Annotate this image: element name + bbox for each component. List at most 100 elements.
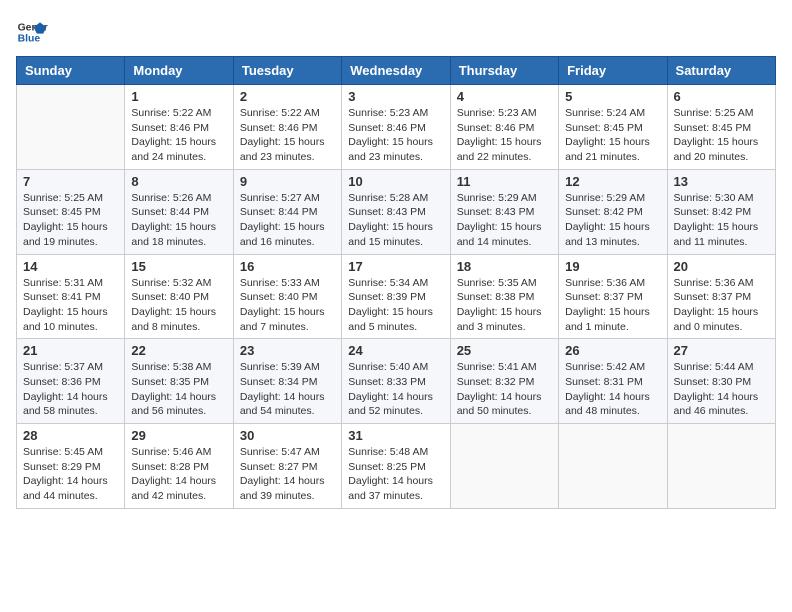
calendar-cell: 17Sunrise: 5:34 AMSunset: 8:39 PMDayligh… [342,254,450,339]
calendar-cell: 7 Sunrise: 5:25 AMSunset: 8:45 PMDaylight… [17,169,125,254]
calendar-cell: 16 Sunrise: 5:33 AMSunset: 8:40 PMDayligh… [233,254,341,339]
day-info: Sunrise: 5:35 AMSunset: 8:38 PMDaylight:… [457,276,552,335]
day-info: Sunrise: 5:47 AMSunset: 8:27 PMDaylight:… [240,445,335,504]
calendar-cell: 18 Sunrise: 5:35 AMSunset: 8:38 PMDayligh… [450,254,558,339]
calendar-cell: 22 Sunrise: 5:38 AMSunset: 8:35 PMDayligh… [125,339,233,424]
day-number: 25 [457,343,552,358]
day-number: 26 [565,343,660,358]
day-info: Sunrise: 5:41 AMSunset: 8:32 PMDaylight:… [457,360,552,419]
day-number: 8 [131,174,226,189]
calendar-cell [17,85,125,170]
day-number: 30 [240,428,335,443]
calendar-cell [667,424,775,509]
day-number: 16 [240,259,335,274]
day-number: 19 [565,259,660,274]
day-info: Sunrise: 5:38 AMSunset: 8:35 PMDaylight:… [131,360,226,419]
calendar-cell: 25 Sunrise: 5:41 AMSunset: 8:32 PMDayligh… [450,339,558,424]
calendar-table: SundayMondayTuesdayWednesdayThursdayFrid… [16,56,776,509]
calendar-cell: 13 Sunrise: 5:30 AMSunset: 8:42 PMDayligh… [667,169,775,254]
day-info: Sunrise: 5:39 AMSunset: 8:34 PMDaylight:… [240,360,335,419]
calendar-cell [450,424,558,509]
day-info: Sunrise: 5:26 AMSunset: 8:44 PMDaylight:… [131,191,226,250]
calendar-cell: 19 Sunrise: 5:36 AMSunset: 8:37 PMDayligh… [559,254,667,339]
day-number: 13 [674,174,769,189]
day-number: 1 [131,89,226,104]
calendar-header-row: SundayMondayTuesdayWednesdayThursdayFrid… [17,57,776,85]
day-number: 29 [131,428,226,443]
day-info: Sunrise: 5:30 AMSunset: 8:42 PMDaylight:… [674,191,769,250]
day-info: Sunrise: 5:32 AMSunset: 8:40 PMDaylight:… [131,276,226,335]
calendar-week-4: 21 Sunrise: 5:37 AMSunset: 8:36 PMDayligh… [17,339,776,424]
day-info: Sunrise: 5:27 AMSunset: 8:44 PMDaylight:… [240,191,335,250]
day-info: Sunrise: 5:42 AMSunset: 8:31 PMDaylight:… [565,360,660,419]
day-number: 7 [23,174,118,189]
day-info: Sunrise: 5:46 AMSunset: 8:28 PMDaylight:… [131,445,226,504]
day-info: Sunrise: 5:36 AMSunset: 8:37 PMDaylight:… [565,276,660,335]
calendar-cell: 26 Sunrise: 5:42 AMSunset: 8:31 PMDayligh… [559,339,667,424]
column-header-friday: Friday [559,57,667,85]
day-number: 14 [23,259,118,274]
calendar-cell: 3 Sunrise: 5:23 AMSunset: 8:46 PMDaylight… [342,85,450,170]
calendar-cell: 6Sunrise: 5:25 AMSunset: 8:45 PMDaylight… [667,85,775,170]
calendar-cell: 10 Sunrise: 5:28 AMSunset: 8:43 PMDayligh… [342,169,450,254]
day-info: Sunrise: 5:22 AMSunset: 8:46 PMDaylight:… [131,106,226,165]
calendar-cell: 21 Sunrise: 5:37 AMSunset: 8:36 PMDayligh… [17,339,125,424]
calendar-cell: 15Sunrise: 5:32 AMSunset: 8:40 PMDayligh… [125,254,233,339]
day-info: Sunrise: 5:31 AMSunset: 8:41 PMDaylight:… [23,276,118,335]
calendar-week-2: 7 Sunrise: 5:25 AMSunset: 8:45 PMDaylight… [17,169,776,254]
day-info: Sunrise: 5:45 AMSunset: 8:29 PMDaylight:… [23,445,118,504]
calendar-cell: 20Sunrise: 5:36 AMSunset: 8:37 PMDayligh… [667,254,775,339]
calendar-cell: 27 Sunrise: 5:44 AMSunset: 8:30 PMDayligh… [667,339,775,424]
day-number: 10 [348,174,443,189]
day-number: 23 [240,343,335,358]
day-number: 31 [348,428,443,443]
day-info: Sunrise: 5:44 AMSunset: 8:30 PMDaylight:… [674,360,769,419]
calendar-cell: 1 Sunrise: 5:22 AMSunset: 8:46 PMDaylight… [125,85,233,170]
calendar-cell: 9 Sunrise: 5:27 AMSunset: 8:44 PMDaylight… [233,169,341,254]
day-info: Sunrise: 5:29 AMSunset: 8:42 PMDaylight:… [565,191,660,250]
day-number: 24 [348,343,443,358]
day-number: 22 [131,343,226,358]
day-info: Sunrise: 5:22 AMSunset: 8:46 PMDaylight:… [240,106,335,165]
day-info: Sunrise: 5:48 AMSunset: 8:25 PMDaylight:… [348,445,443,504]
day-number: 18 [457,259,552,274]
day-number: 21 [23,343,118,358]
calendar-cell: 24 Sunrise: 5:40 AMSunset: 8:33 PMDayligh… [342,339,450,424]
calendar-cell: 29 Sunrise: 5:46 AMSunset: 8:28 PMDayligh… [125,424,233,509]
calendar-cell: 30 Sunrise: 5:47 AMSunset: 8:27 PMDayligh… [233,424,341,509]
calendar-cell: 2 Sunrise: 5:22 AMSunset: 8:46 PMDaylight… [233,85,341,170]
day-info: Sunrise: 5:40 AMSunset: 8:33 PMDaylight:… [348,360,443,419]
calendar-week-3: 14 Sunrise: 5:31 AMSunset: 8:41 PMDayligh… [17,254,776,339]
calendar-cell: 4Sunrise: 5:23 AMSunset: 8:46 PMDaylight… [450,85,558,170]
day-number: 27 [674,343,769,358]
calendar-week-5: 28Sunrise: 5:45 AMSunset: 8:29 PMDayligh… [17,424,776,509]
day-info: Sunrise: 5:25 AMSunset: 8:45 PMDaylight:… [23,191,118,250]
day-info: Sunrise: 5:37 AMSunset: 8:36 PMDaylight:… [23,360,118,419]
logo: General Blue [16,16,48,48]
day-number: 3 [348,89,443,104]
day-info: Sunrise: 5:36 AMSunset: 8:37 PMDaylight:… [674,276,769,335]
day-number: 2 [240,89,335,104]
calendar-cell [559,424,667,509]
calendar-cell: 28Sunrise: 5:45 AMSunset: 8:29 PMDayligh… [17,424,125,509]
day-number: 9 [240,174,335,189]
column-header-wednesday: Wednesday [342,57,450,85]
day-info: Sunrise: 5:28 AMSunset: 8:43 PMDaylight:… [348,191,443,250]
day-number: 4 [457,89,552,104]
day-number: 5 [565,89,660,104]
day-info: Sunrise: 5:23 AMSunset: 8:46 PMDaylight:… [348,106,443,165]
day-info: Sunrise: 5:33 AMSunset: 8:40 PMDaylight:… [240,276,335,335]
calendar-cell: 12 Sunrise: 5:29 AMSunset: 8:42 PMDayligh… [559,169,667,254]
calendar-cell: 11Sunrise: 5:29 AMSunset: 8:43 PMDayligh… [450,169,558,254]
svg-text:Blue: Blue [18,34,41,45]
day-info: Sunrise: 5:24 AMSunset: 8:45 PMDaylight:… [565,106,660,165]
column-header-tuesday: Tuesday [233,57,341,85]
column-header-monday: Monday [125,57,233,85]
calendar-cell: 5 Sunrise: 5:24 AMSunset: 8:45 PMDaylight… [559,85,667,170]
day-info: Sunrise: 5:29 AMSunset: 8:43 PMDaylight:… [457,191,552,250]
day-info: Sunrise: 5:34 AMSunset: 8:39 PMDaylight:… [348,276,443,335]
day-number: 6 [674,89,769,104]
calendar-cell: 8 Sunrise: 5:26 AMSunset: 8:44 PMDaylight… [125,169,233,254]
day-number: 12 [565,174,660,189]
page-header: General Blue [16,16,776,48]
